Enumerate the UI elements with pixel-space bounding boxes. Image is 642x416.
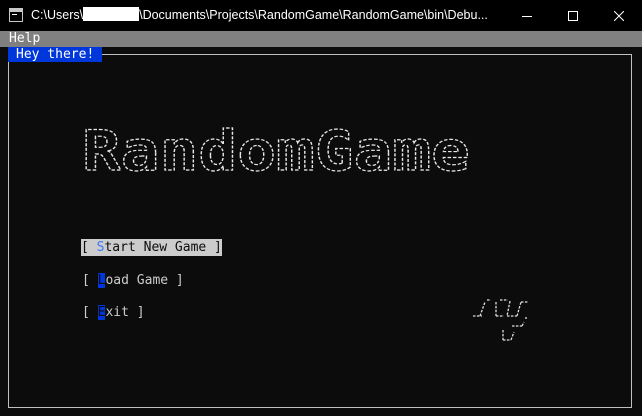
load-game-option[interactable]: [ Load Game ] — [82, 272, 184, 289]
menubar: Help — [0, 31, 642, 47]
maximize-button[interactable] — [550, 0, 596, 31]
game-logo: RandomGame — [82, 120, 471, 182]
minimize-button[interactable] — [504, 0, 550, 31]
console-icon — [9, 8, 23, 22]
frame-title: Hey there! — [8, 47, 103, 62]
close-button[interactable] — [596, 0, 642, 31]
ascii-emblem — [473, 299, 528, 341]
window-titlebar[interactable]: C:\Users\ \Documents\Projects\RandomGame\… — [0, 0, 642, 31]
main-frame — [8, 54, 632, 408]
game-logo-text: RandomGame — [82, 120, 470, 182]
exit-option[interactable]: [ Exit ] — [82, 304, 145, 321]
menu-help[interactable]: Help — [9, 31, 40, 47]
start-new-game-option[interactable]: [ Start New Game ] — [81, 239, 222, 256]
window-title-prefix: C:\Users\ — [31, 8, 84, 22]
window-title: C:\Users\ \Documents\Projects\RandomGame\… — [31, 7, 488, 22]
window-title-suffix: \Documents\Projects\RandomGame\RandomGam… — [139, 8, 488, 22]
maximize-icon — [568, 10, 578, 21]
redacted-username — [83, 7, 140, 21]
minimize-icon — [522, 15, 532, 17]
close-icon — [614, 10, 624, 21]
